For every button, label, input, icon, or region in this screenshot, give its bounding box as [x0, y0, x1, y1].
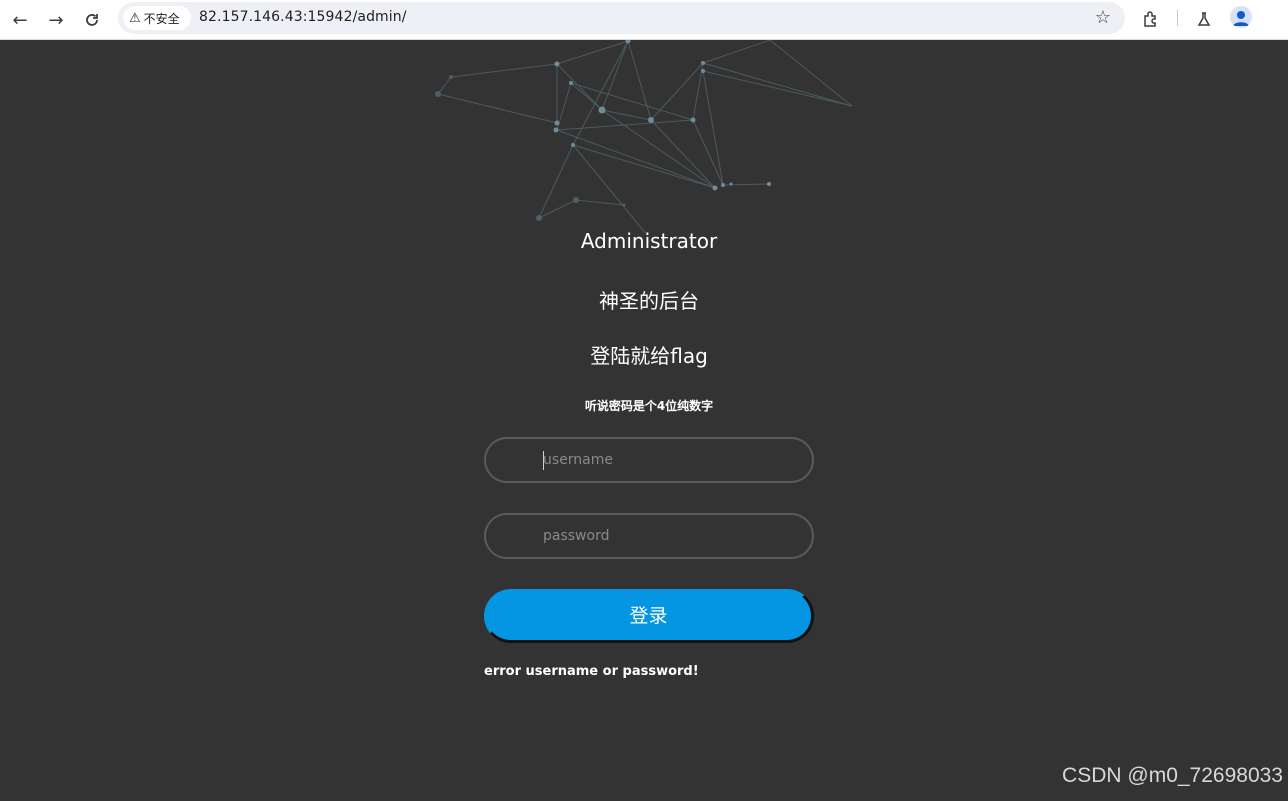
password-hint: 听说密码是个4位纯数字	[584, 399, 714, 413]
labs-flask-icon[interactable]	[1191, 6, 1217, 32]
username-input[interactable]	[484, 437, 814, 483]
url-text[interactable]: 82.157.146.43:15942/admin/	[199, 9, 407, 25]
bookmark-star-icon[interactable]: ☆	[1095, 7, 1111, 28]
browser-toolbar: ← → ⚠ 不安全 82.157.146.43:15942/admin/ ☆	[0, 0, 1288, 40]
reload-icon[interactable]	[78, 6, 106, 34]
password-input[interactable]	[484, 513, 814, 559]
profile-avatar-icon[interactable]	[1230, 6, 1252, 28]
page-heading: Administrator	[580, 229, 718, 253]
security-chip[interactable]: ⚠ 不安全	[123, 6, 191, 30]
watermark-text: CSDN @m0_72698033	[1062, 764, 1283, 787]
text-caret	[543, 451, 544, 470]
particle-network-graphic	[435, 40, 853, 237]
back-icon[interactable]: ←	[6, 6, 34, 34]
extensions-icon[interactable]	[1138, 6, 1164, 32]
page-tagline: 登陆就给flag	[590, 344, 708, 368]
forward-icon[interactable]: →	[42, 6, 70, 34]
warning-icon: ⚠	[129, 10, 141, 26]
security-label: 不安全	[143, 11, 180, 26]
page-subtitle: 神圣的后台	[599, 289, 699, 313]
address-bar[interactable]: ⚠ 不安全 82.157.146.43:15942/admin/ ☆	[118, 2, 1125, 34]
login-button[interactable]: 登录	[484, 589, 814, 643]
error-message: error username or password!	[484, 664, 699, 679]
toolbar-divider	[1177, 10, 1178, 26]
